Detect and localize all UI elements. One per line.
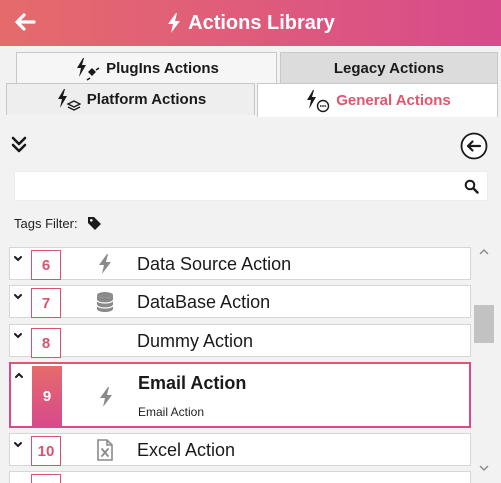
action-name: Email Action xyxy=(138,373,247,393)
list-item-selected[interactable]: 9 Email Action Email Action xyxy=(9,362,471,428)
scroll-up-icon[interactable] xyxy=(478,247,490,257)
plugin-lightning-icon xyxy=(77,57,100,81)
action-name: DataBase Action xyxy=(137,292,271,312)
list-item-partial[interactable] xyxy=(9,471,471,483)
chevron-down-icon[interactable] xyxy=(12,291,24,303)
tab-legacy-actions[interactable]: Legacy Actions xyxy=(280,52,498,84)
list-scrollbar[interactable] xyxy=(472,241,496,483)
tab-platform-actions[interactable]: Platform Actions xyxy=(6,83,255,115)
lightning-icon xyxy=(99,254,111,274)
action-number-partial xyxy=(31,474,61,483)
lightning-icon xyxy=(168,13,181,33)
lightning-icon xyxy=(100,387,112,407)
title-wrap: Actions Library xyxy=(0,0,501,46)
tab-platform-label: Platform Actions xyxy=(86,91,207,108)
action-name: Dummy Action xyxy=(137,331,254,351)
scrollbar-thumb[interactable] xyxy=(474,305,494,343)
chevron-down-icon[interactable] xyxy=(12,330,24,342)
action-number: 8 xyxy=(31,328,61,358)
tab-general-label: General Actions xyxy=(336,92,451,109)
excel-file-icon xyxy=(97,439,113,461)
list-toolbar xyxy=(0,122,501,166)
tab-legacy-label: Legacy Actions xyxy=(333,60,445,77)
title-bar: Actions Library xyxy=(0,0,501,46)
search-input[interactable] xyxy=(14,171,488,201)
list-item[interactable]: 6 Data Source Action xyxy=(9,247,471,280)
list-item[interactable]: 7 DataBase Action xyxy=(9,285,471,318)
action-number: 9 xyxy=(32,366,62,426)
page-title: Actions Library xyxy=(188,11,335,34)
chevron-down-icon[interactable] xyxy=(12,253,24,265)
search-area xyxy=(0,166,501,208)
database-icon xyxy=(96,292,114,312)
tag-icon[interactable] xyxy=(87,216,102,231)
actions-list: 6 Data Source Action 7 DataBase Action 8… xyxy=(0,241,501,483)
list-item[interactable]: 10 Excel Action xyxy=(9,433,471,466)
action-name: Excel Action xyxy=(137,440,236,460)
double-chevron-down-icon[interactable] xyxy=(10,135,28,153)
tab-plugins-label: PlugIns Actions xyxy=(106,60,219,77)
tab-plugins-actions[interactable]: PlugIns Actions xyxy=(16,52,277,84)
action-number: 7 xyxy=(31,288,61,318)
search-icon[interactable] xyxy=(464,179,479,194)
chevron-up-icon[interactable] xyxy=(13,369,25,381)
action-name: Data Source Action xyxy=(137,254,292,274)
circle-arrow-left-icon[interactable] xyxy=(460,132,488,160)
action-number: 10 xyxy=(31,436,61,466)
tab-bar: PlugIns Actions Legacy Actions Platform … xyxy=(0,46,501,122)
list-item[interactable]: 8 Dummy Action xyxy=(9,324,471,358)
action-description: Email Action xyxy=(138,405,205,419)
scroll-down-icon[interactable] xyxy=(478,463,490,473)
general-lightning-icon xyxy=(307,89,330,112)
platform-lightning-icon xyxy=(57,88,81,111)
chevron-down-icon[interactable] xyxy=(12,439,24,451)
tags-filter: Tags Filter: xyxy=(0,208,501,241)
action-number: 6 xyxy=(31,250,61,280)
tags-filter-label: Tags Filter: xyxy=(14,216,78,231)
tab-general-actions[interactable]: General Actions xyxy=(257,83,498,117)
